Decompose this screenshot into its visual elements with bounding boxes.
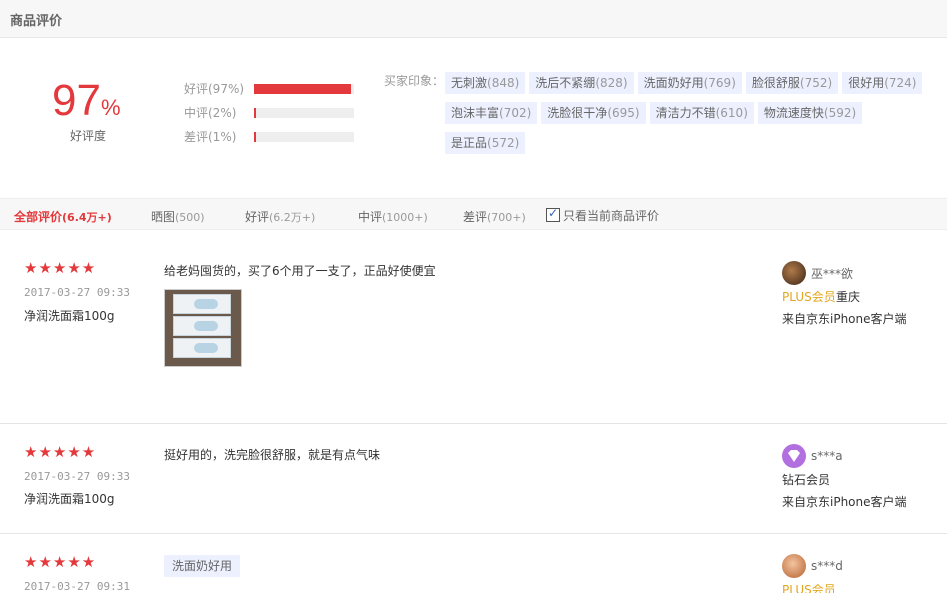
filter-tab-neutral[interactable]: 中评(1000+) bbox=[358, 208, 428, 225]
rating-bar-label: 中评(2%) bbox=[184, 106, 237, 120]
rating-bar-fill bbox=[254, 132, 256, 142]
user-name: 巫***欲 bbox=[811, 267, 854, 281]
rating-bar-label: 差评(1%) bbox=[184, 130, 237, 144]
impression-tag[interactable]: 洗后不紧绷(828) bbox=[529, 72, 634, 94]
review-item: ★★★★★ 2017-03-27 09:33 净润洗面霜100g 挺好用的，洗完… bbox=[0, 424, 947, 534]
rating-bar-track bbox=[254, 108, 354, 118]
review-date: 2017-03-27 09:33 bbox=[24, 286, 130, 299]
user-name: s***d bbox=[811, 559, 843, 573]
review-date: 2017-03-27 09:31 bbox=[24, 580, 130, 593]
only-current-checkbox[interactable] bbox=[546, 206, 560, 222]
filter-tab-good[interactable]: 好评(6.2万+) bbox=[245, 208, 315, 225]
rating-bar-track bbox=[254, 84, 354, 94]
review-text: 给老妈囤货的，买了6个用了一支了，正品好使便宜 bbox=[164, 264, 436, 278]
review-item: ★★★★★ 2017-03-27 09:33 净润洗面霜100g 给老妈囤货的，… bbox=[0, 231, 947, 424]
rating-bar-fill bbox=[254, 108, 256, 118]
user-avatar bbox=[782, 554, 806, 578]
impression-tag[interactable]: 很好用(724) bbox=[842, 72, 923, 94]
impression-tag[interactable]: 无刺激(848) bbox=[445, 72, 526, 94]
impression-tags: 无刺激(848) 洗后不紧绷(828) 洗面奶好用(769) 脸很舒服(752)… bbox=[445, 72, 935, 162]
filter-tab-all[interactable]: 全部评价(6.4万+) bbox=[14, 208, 112, 225]
only-current-label[interactable]: 只看当前商品评价 bbox=[563, 207, 659, 224]
impression-tag[interactable]: 脸很舒服(752) bbox=[745, 72, 839, 94]
good-rate-label: 好评度 bbox=[70, 129, 107, 143]
rating-bar-label: 好评(97%) bbox=[184, 82, 245, 96]
user-location: 重庆 bbox=[836, 290, 861, 304]
rating-bar-fill bbox=[254, 84, 351, 94]
rating-bar-good: 好评(97%) bbox=[184, 80, 384, 104]
impression-tag[interactable]: 是正品(572) bbox=[445, 132, 526, 154]
member-level: PLUS会员 bbox=[782, 290, 836, 304]
review-date: 2017-03-27 09:33 bbox=[24, 470, 130, 483]
user-name: s***a bbox=[811, 449, 843, 463]
impression-tag[interactable]: 物流速度快(592) bbox=[757, 102, 863, 124]
review-product: 净润洗面霜100g bbox=[24, 309, 115, 323]
rating-summary: 97% 好评度 好评(97%) 中评(2%) 差评(1%) 买家印象： 无刺激(… bbox=[0, 38, 947, 198]
impressions-label: 买家印象： bbox=[384, 74, 445, 88]
impression-tag[interactable]: 洗脸很干净(695) bbox=[541, 102, 646, 124]
review-item: ★★★★★ 2017-03-27 09:31 洗面奶好用 s***d PLUS会… bbox=[0, 534, 947, 593]
review-impression-tag: 洗面奶好用 bbox=[164, 555, 241, 577]
review-filter-bar: 全部评价(6.4万+) 晒图(500) 好评(6.2万+) 中评(1000+) … bbox=[0, 198, 947, 230]
member-level: PLUS会员 bbox=[782, 583, 836, 593]
star-rating: ★★★★★ bbox=[24, 553, 97, 571]
review-text: 挺好用的，洗完脸很舒服，就是有点气味 bbox=[164, 448, 381, 462]
rating-bar-bad: 差评(1%) bbox=[184, 128, 384, 152]
rating-bar-neutral: 中评(2%) bbox=[184, 104, 384, 128]
diamond-icon bbox=[782, 444, 806, 468]
impression-tag[interactable]: 洗面奶好用(769) bbox=[637, 72, 742, 94]
good-rate-unit: % bbox=[100, 95, 121, 120]
member-level: 钻石会员 bbox=[782, 473, 831, 487]
review-photo[interactable] bbox=[164, 289, 242, 367]
star-rating: ★★★★★ bbox=[24, 443, 97, 461]
rating-bar-track bbox=[254, 132, 354, 142]
filter-tab-bad[interactable]: 差评(700+) bbox=[463, 208, 526, 225]
impression-tag[interactable]: 清洁力不错(610) bbox=[649, 102, 754, 124]
star-rating: ★★★★★ bbox=[24, 259, 97, 277]
filter-tab-photos[interactable]: 晒图(500) bbox=[151, 208, 205, 225]
good-rate-value: 97 bbox=[52, 76, 101, 125]
rating-bars: 好评(97%) 中评(2%) 差评(1%) bbox=[184, 80, 384, 152]
user-avatar bbox=[782, 261, 806, 285]
impression-tag[interactable]: 泡沫丰富(702) bbox=[445, 102, 538, 124]
review-product: 净润洗面霜100g bbox=[24, 492, 115, 506]
review-source: 来自京东iPhone客户端 bbox=[782, 312, 907, 326]
reviews-header: 商品评价 bbox=[0, 0, 947, 38]
good-rate: 97% bbox=[52, 78, 121, 124]
section-title: 商品评价 bbox=[10, 14, 63, 29]
review-source: 来自京东iPhone客户端 bbox=[782, 495, 907, 509]
